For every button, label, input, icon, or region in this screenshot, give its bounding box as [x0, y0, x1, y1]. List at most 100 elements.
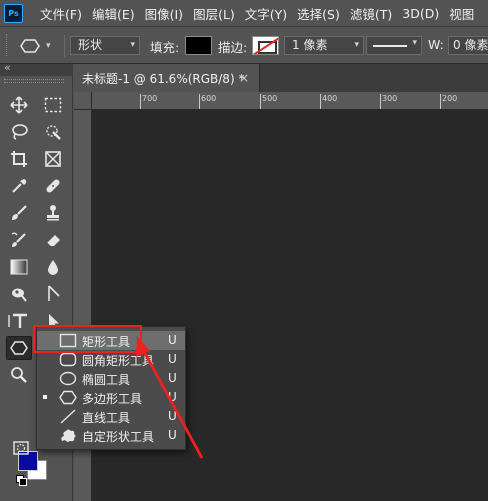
ruler-origin[interactable]: [74, 92, 92, 110]
annotation-highlight-box: [33, 325, 142, 353]
quick-selection-icon: [46, 125, 61, 140]
ruler-label: 300: [379, 94, 398, 109]
shape-tool[interactable]: [6, 336, 32, 360]
divider: [64, 35, 65, 57]
crop-tool[interactable]: [6, 147, 32, 171]
document-tab[interactable]: 未标题-1 @ 61.6%(RGB/8) * ×: [74, 64, 260, 92]
dodge-tool[interactable]: [6, 282, 32, 306]
polygon-icon: [10, 341, 28, 355]
ellipse-icon: [59, 371, 77, 386]
flyout-item-line[interactable]: 直线工具 U: [37, 407, 185, 426]
eraser-tool[interactable]: [40, 228, 66, 252]
gradient-tool[interactable]: [6, 255, 32, 279]
type-icon: [8, 313, 27, 328]
options-bar-grip[interactable]: [6, 34, 9, 56]
default-colors-icon[interactable]: [16, 475, 27, 486]
stroke-color-swatch[interactable]: [252, 36, 279, 55]
flyout-item-label: 圆角矩形工具: [82, 354, 155, 368]
flyout-item-shortcut: U: [168, 333, 177, 347]
tool-mode-select[interactable]: 形状 ▾: [70, 36, 140, 55]
dodge-icon: [12, 288, 27, 302]
stroke-width-input[interactable]: 1 像素 ▾: [284, 36, 364, 55]
tool-preset-picker[interactable]: ▾: [20, 36, 58, 56]
ruler-label: 400: [319, 94, 338, 109]
flyout-item-shortcut: U: [168, 428, 177, 442]
ruler-label: 200: [439, 94, 458, 109]
rounded-rectangle-icon: [59, 352, 77, 367]
document-tab-title: 未标题-1 @ 61.6%(RGB/8) *: [82, 71, 245, 86]
fill-color-swatch[interactable]: [185, 36, 212, 55]
current-tool-indicator: [43, 395, 47, 399]
frame-tool[interactable]: [40, 147, 66, 171]
photoshop-logo: Ps: [4, 3, 23, 23]
toolbox-header: «: [0, 61, 73, 76]
tool-mode-value: 形状: [78, 38, 103, 52]
stroke-type-select[interactable]: ▾: [366, 36, 422, 55]
ruler-label: 600: [198, 94, 217, 109]
horizontal-ruler[interactable]: 700 600 500 400 300 200: [92, 92, 488, 110]
move-tool[interactable]: [6, 93, 32, 117]
chevron-down-icon: ▾: [46, 41, 51, 51]
menu-edit[interactable]: 编辑(E): [92, 4, 135, 23]
lasso-tool[interactable]: [6, 120, 32, 144]
lasso-icon: [12, 124, 28, 140]
eyedropper-tool[interactable]: [6, 174, 32, 198]
close-icon[interactable]: ×: [239, 71, 249, 85]
chevron-down-icon: ▾: [412, 38, 417, 48]
type-tool[interactable]: [6, 309, 32, 333]
marquee-tool[interactable]: [40, 93, 66, 117]
healing-brush-tool[interactable]: [40, 174, 66, 198]
stroke-label: 描边:: [218, 40, 248, 55]
flyout-item-label: 直线工具: [82, 411, 131, 425]
ruler-label: 700: [139, 94, 158, 109]
menu-view[interactable]: 视图: [449, 4, 474, 23]
flyout-item-shortcut: U: [168, 390, 177, 404]
line-icon: [60, 409, 76, 424]
polygon-icon: [59, 390, 77, 405]
quick-selection-tool[interactable]: [40, 120, 66, 144]
quick-mask-button[interactable]: [8, 436, 34, 460]
menu-layer[interactable]: 图层(L): [193, 4, 235, 23]
flyout-item-ellipse[interactable]: 椭圆工具 U: [37, 369, 185, 388]
menu-type[interactable]: 文字(Y): [245, 4, 287, 23]
width-input[interactable]: 0 像素: [448, 36, 488, 55]
menu-file[interactable]: 文件(F): [40, 4, 82, 23]
quick-mask-icon: [13, 441, 29, 455]
stamp-icon: [47, 205, 59, 221]
flyout-item-shortcut: U: [168, 352, 177, 366]
brush-icon: [12, 205, 27, 220]
flyout-item-label: 椭圆工具: [82, 373, 131, 387]
menu-filter[interactable]: 滤镜(T): [350, 4, 392, 23]
toolbox-grip[interactable]: [4, 79, 64, 83]
flyout-item-custom-shape[interactable]: 自定形状工具 U: [37, 426, 185, 445]
flyout-item-label: 自定形状工具: [82, 430, 155, 444]
bandage-icon: [46, 179, 60, 193]
polygon-icon: [20, 39, 40, 53]
fill-label: 填充:: [150, 40, 180, 55]
menu-select[interactable]: 选择(S): [297, 4, 340, 23]
history-brush-icon: [11, 232, 26, 247]
blur-tool[interactable]: [40, 255, 66, 279]
history-brush-tool[interactable]: [6, 228, 32, 252]
brush-tool[interactable]: [6, 201, 32, 225]
custom-shape-icon: [61, 429, 76, 442]
pen-tool[interactable]: [40, 282, 66, 306]
chevron-down-icon: ▾: [354, 40, 359, 50]
document-tab-bar: 未标题-1 @ 61.6%(RGB/8) * ×: [74, 64, 488, 92]
magnifier-icon: [11, 367, 27, 383]
rectangular-marquee-icon: [44, 97, 62, 113]
flyout-item-shortcut: U: [168, 409, 177, 423]
clone-stamp-tool[interactable]: [40, 201, 66, 225]
collapse-icon[interactable]: «: [4, 61, 11, 74]
menu-3d[interactable]: 3D(D): [402, 6, 439, 21]
menu-image[interactable]: 图像(I): [145, 4, 183, 23]
crop-icon: [11, 151, 27, 167]
drop-icon: [48, 260, 58, 275]
zoom-tool[interactable]: [6, 363, 32, 387]
flyout-item-label: 多边形工具: [82, 392, 143, 406]
width-label: W:: [428, 37, 444, 52]
gradient-icon: [10, 259, 28, 275]
frame-icon: [45, 151, 61, 167]
eraser-icon: [46, 235, 60, 248]
flyout-item-polygon[interactable]: 多边形工具 U: [37, 388, 185, 407]
